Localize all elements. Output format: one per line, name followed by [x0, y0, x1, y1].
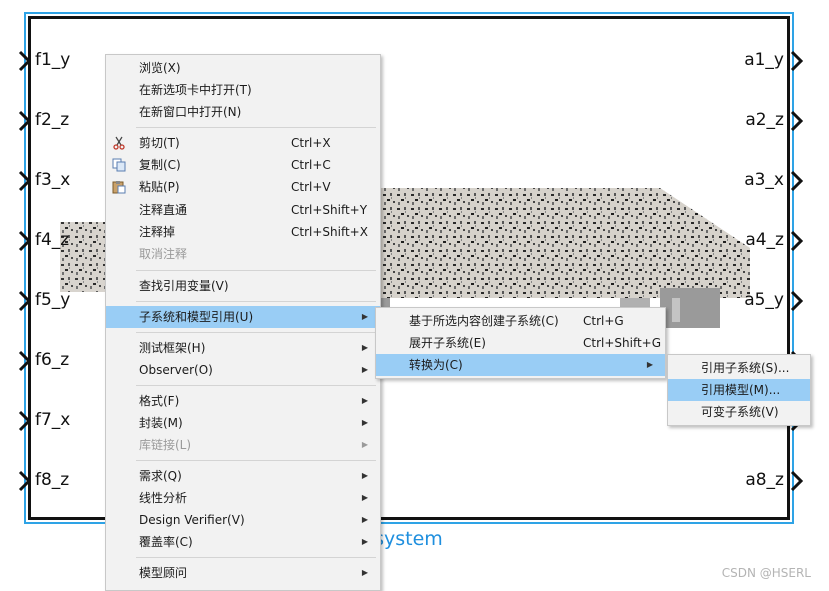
menu-item-model-advisor[interactable]: 模型顾问 ▶ — [106, 562, 380, 584]
submenu-arrow-icon: ▶ — [361, 537, 368, 546]
input-port-arrow-icon — [18, 50, 32, 72]
input-port-label: f8_z — [35, 470, 70, 490]
menu-item-observer[interactable]: Observer(O) ▶ — [106, 359, 380, 381]
output-port-label: a1_y — [744, 50, 784, 70]
output-port-arrow-icon — [790, 50, 804, 72]
submenu-arrow-icon: ▶ — [361, 312, 368, 321]
menu-item-find-referenced-variables[interactable]: 查找引用变量(V) — [106, 275, 380, 297]
submenu-subsystem-model-reference: 基于所选内容创建子系统(C) Ctrl+G 展开子系统(E) Ctrl+Shift+… — [375, 307, 666, 379]
menu-item-comment-out[interactable]: 注释掉 Ctrl+Shift+X — [106, 221, 380, 243]
watermark: CSDN @HSERL — [721, 566, 811, 580]
menu-item-uncomment: 取消注释 — [139, 247, 188, 261]
input-port-label: f3_x — [35, 170, 71, 190]
menu-item-browse[interactable]: 浏览(X) — [106, 57, 380, 79]
input-port-label: f1_y — [35, 50, 71, 70]
output-port-arrow-icon — [790, 470, 804, 492]
input-port-arrow-icon — [18, 290, 32, 312]
submenu-arrow-icon: ▶ — [361, 568, 368, 577]
menu-item-expand-subsystem[interactable]: 展开子系统(E) Ctrl+Shift+G — [376, 332, 665, 354]
menu-item-copy[interactable]: 复制(C) Ctrl+C — [106, 154, 380, 176]
submenu-arrow-icon: ▶ — [361, 515, 368, 524]
submenu-arrow-icon: ▶ — [361, 471, 368, 480]
menu-item-open-in-new-tab[interactable]: 在新选项卡中打开(T) — [106, 79, 380, 101]
context-menu: 浏览(X) 在新选项卡中打开(T) 在新窗口中打开(N) 剪切(T) Ctrl+X… — [105, 54, 381, 591]
submenu-arrow-icon: ▶ — [361, 365, 368, 374]
submenu-arrow-icon: ▶ — [361, 440, 368, 449]
input-port-arrow-icon — [18, 350, 32, 372]
submenu-arrow-icon: ▶ — [361, 396, 368, 405]
submenu-arrow-icon: ▶ — [361, 493, 368, 502]
input-port-arrow-icon — [18, 410, 32, 432]
copy-icon — [112, 158, 126, 172]
output-port-arrow-icon — [790, 230, 804, 252]
submenu-convert-to: 引用子系统(S)... 引用模型(M)... 可变子系统(V) — [667, 354, 811, 426]
menu-item-comment-through[interactable]: 注释直通 Ctrl+Shift+Y — [106, 199, 380, 221]
output-port-arrow-icon — [790, 170, 804, 192]
menu-item-design-verifier[interactable]: Design Verifier(V) ▶ — [106, 509, 380, 531]
output-port-label: a4_z — [745, 230, 784, 250]
menu-item-referenced-model[interactable]: 引用模型(M)... — [668, 379, 810, 401]
input-port-label: f5_y — [35, 290, 71, 310]
menu-item-linear-analysis[interactable]: 线性分析 ▶ — [106, 487, 380, 509]
menu-item-mask[interactable]: 封装(M) ▶ — [106, 412, 380, 434]
menu-item-cut[interactable]: 剪切(T) Ctrl+X — [106, 132, 380, 154]
menu-item-convert-to[interactable]: 转换为(C) ▶ — [376, 354, 665, 376]
input-port-arrow-icon — [18, 170, 32, 192]
output-port-label: a3_x — [744, 170, 784, 190]
input-port-label: f2_z — [35, 110, 70, 130]
input-port-arrow-icon — [18, 230, 32, 252]
input-port-label: f6_z — [35, 350, 70, 370]
input-port-label: f7_x — [35, 410, 71, 430]
menu-item-requirements[interactable]: 需求(Q) ▶ — [106, 465, 380, 487]
submenu-arrow-icon: ▶ — [361, 343, 368, 352]
submenu-arrow-icon: ▶ — [646, 360, 653, 369]
menu-item-coverage[interactable]: 覆盖率(C) ▶ — [106, 531, 380, 553]
scissors-icon — [113, 136, 125, 150]
output-port-label: a8_z — [745, 470, 784, 490]
menu-item-paste[interactable]: 粘贴(P) Ctrl+V — [106, 176, 380, 198]
menu-item-library-link: 库链接(L) ▶ — [106, 434, 380, 456]
output-port-label: a5_y — [744, 290, 784, 310]
output-port-arrow-icon — [790, 110, 804, 132]
menu-item-referenced-subsystem[interactable]: 引用子系统(S)... — [668, 357, 810, 379]
submenu-arrow-icon: ▶ — [361, 418, 368, 427]
input-port-arrow-icon — [18, 470, 32, 492]
input-port-label: f4_z — [35, 230, 70, 250]
output-port-arrow-icon — [790, 290, 804, 312]
menu-item-create-subsystem-from-selection[interactable]: 基于所选内容创建子系统(C) Ctrl+G — [376, 310, 665, 332]
input-port-arrow-icon — [18, 110, 32, 132]
menu-item-test-harness[interactable]: 测试框架(H) ▶ — [106, 337, 380, 359]
paste-icon — [112, 181, 126, 194]
menu-item-format[interactable]: 格式(F) ▶ — [106, 390, 380, 412]
menu-item-open-in-new-window[interactable]: 在新窗口中打开(N) — [106, 101, 380, 123]
menu-item-subsystem-and-model-reference[interactable]: 子系统和模型引用(U) ▶ — [106, 306, 380, 328]
menu-item-variant-subsystem[interactable]: 可变子系统(V) — [668, 401, 810, 423]
output-port-label: a2_z — [745, 110, 784, 130]
